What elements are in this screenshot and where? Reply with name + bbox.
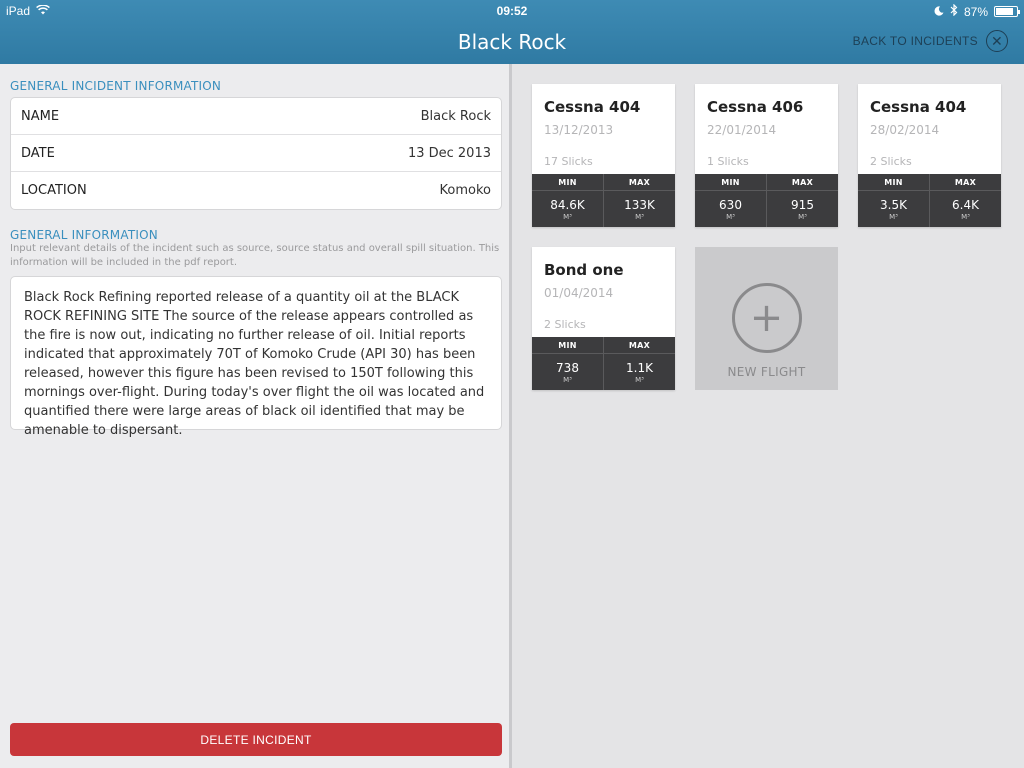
location-label: LOCATION <box>21 183 87 198</box>
max-label: MAX <box>604 174 675 191</box>
max-stat: MAX 1.1K M³ <box>603 337 675 390</box>
flight-date: 22/01/2014 <box>707 123 777 137</box>
location-value: Komoko <box>439 183 491 198</box>
location-row[interactable]: LOCATION Komoko <box>11 172 501 209</box>
max-value: 133K <box>624 198 655 212</box>
max-unit: M³ <box>635 376 644 384</box>
max-label: MAX <box>604 337 675 354</box>
max-value: 1.1K <box>626 361 653 375</box>
flight-title: Cessna 404 <box>544 98 641 116</box>
min-stat: MIN 3.5K M³ <box>858 174 929 227</box>
moon-icon <box>934 5 944 19</box>
flight-slicks: 17 Slicks <box>544 155 593 168</box>
flight-stats: MIN 3.5K M³ MAX 6.4K M³ <box>858 174 1001 227</box>
flight-stats: MIN 84.6K M³ MAX 133K M³ <box>532 174 675 227</box>
name-row[interactable]: NAME Black Rock <box>11 98 501 135</box>
min-label: MIN <box>532 174 603 191</box>
flight-stats: MIN 738 M³ MAX 1.1K M³ <box>532 337 675 390</box>
flight-date: 28/02/2014 <box>870 123 940 137</box>
min-stat: MIN 84.6K M³ <box>532 174 603 227</box>
flight-date: 13/12/2013 <box>544 123 614 137</box>
battery-percent: 87% <box>963 4 988 19</box>
new-flight-label: NEW FLIGHT <box>727 365 806 379</box>
flight-title: Cessna 406 <box>707 98 804 116</box>
flight-stats: MIN 630 M³ MAX 915 M³ <box>695 174 838 227</box>
incident-details-panel: GENERAL INCIDENT INFORMATION NAME Black … <box>0 64 512 768</box>
min-value: 630 <box>719 198 742 212</box>
flight-slicks: 2 Slicks <box>870 155 912 168</box>
back-to-incidents-button[interactable]: BACK TO INCIDENTS ✕ <box>853 30 1008 52</box>
max-label: MAX <box>930 174 1001 191</box>
general-information-title: GENERAL INFORMATION <box>10 228 158 242</box>
flight-slicks: 1 Slicks <box>707 155 749 168</box>
max-stat: MAX 133K M³ <box>603 174 675 227</box>
flight-title: Cessna 404 <box>870 98 967 116</box>
status-time: 09:52 <box>496 4 528 18</box>
flights-panel: Cessna 404 13/12/2013 17 Slicks MIN 84.6… <box>515 64 1024 768</box>
min-label: MIN <box>695 174 766 191</box>
date-label: DATE <box>21 145 55 161</box>
min-value: 738 <box>556 361 579 375</box>
min-stat: MIN 630 M³ <box>695 174 766 227</box>
incident-info-table: NAME Black Rock DATE 13 Dec 2013 LOCATIO… <box>10 97 502 210</box>
min-unit: M³ <box>563 376 572 384</box>
max-unit: M³ <box>798 213 807 221</box>
back-button-label: BACK TO INCIDENTS <box>852 34 978 48</box>
status-bar: iPad 09:52 87% <box>0 0 1024 22</box>
min-unit: M³ <box>889 213 898 221</box>
min-label: MIN <box>532 337 603 354</box>
general-information-textarea[interactable]: Black Rock Refining reported release of … <box>10 276 502 438</box>
max-stat: MAX 6.4K M³ <box>929 174 1001 227</box>
flight-slicks: 2 Slicks <box>544 318 586 331</box>
date-row[interactable]: DATE 13 Dec 2013 <box>11 135 501 172</box>
flight-card[interactable]: Bond one 01/04/2014 2 Slicks MIN 738 M³ … <box>532 247 675 390</box>
close-icon[interactable]: ✕ <box>986 30 1008 52</box>
max-stat: MAX 915 M³ <box>766 174 838 227</box>
app-header: iPad 09:52 87% Black Rock BACK TO INCIDE… <box>0 0 1024 64</box>
flight-card[interactable]: Cessna 406 22/01/2014 1 Slicks MIN 630 M… <box>695 84 838 227</box>
name-label: NAME <box>21 108 60 124</box>
min-unit: M³ <box>563 213 572 221</box>
max-value: 6.4K <box>952 198 979 212</box>
flight-title: Bond one <box>544 261 624 279</box>
bluetooth-icon <box>950 3 958 19</box>
flight-card[interactable]: Cessna 404 28/02/2014 2 Slicks MIN 3.5K … <box>858 84 1001 227</box>
general-information-helper: Input relevant details of the incident s… <box>10 243 500 268</box>
min-unit: M³ <box>726 213 735 221</box>
battery-icon <box>994 6 1020 17</box>
min-value: 84.6K <box>550 198 585 212</box>
general-incident-title: GENERAL INCIDENT INFORMATION <box>10 79 222 93</box>
min-stat: MIN 738 M³ <box>532 337 603 390</box>
min-label: MIN <box>858 174 929 191</box>
name-value: Black Rock <box>420 108 491 124</box>
flight-date: 01/04/2014 <box>544 286 614 300</box>
max-unit: M³ <box>961 213 970 221</box>
flight-card[interactable]: Cessna 404 13/12/2013 17 Slicks MIN 84.6… <box>532 84 675 227</box>
min-value: 3.5K <box>880 198 907 212</box>
max-value: 915 <box>791 198 814 212</box>
date-value: 13 Dec 2013 <box>407 145 491 161</box>
new-flight-button[interactable]: + NEW FLIGHT <box>695 247 838 390</box>
max-label: MAX <box>767 174 838 191</box>
delete-incident-button[interactable]: DELETE INCIDENT <box>10 723 502 756</box>
plus-icon: + <box>731 283 802 353</box>
max-unit: M³ <box>635 213 644 221</box>
